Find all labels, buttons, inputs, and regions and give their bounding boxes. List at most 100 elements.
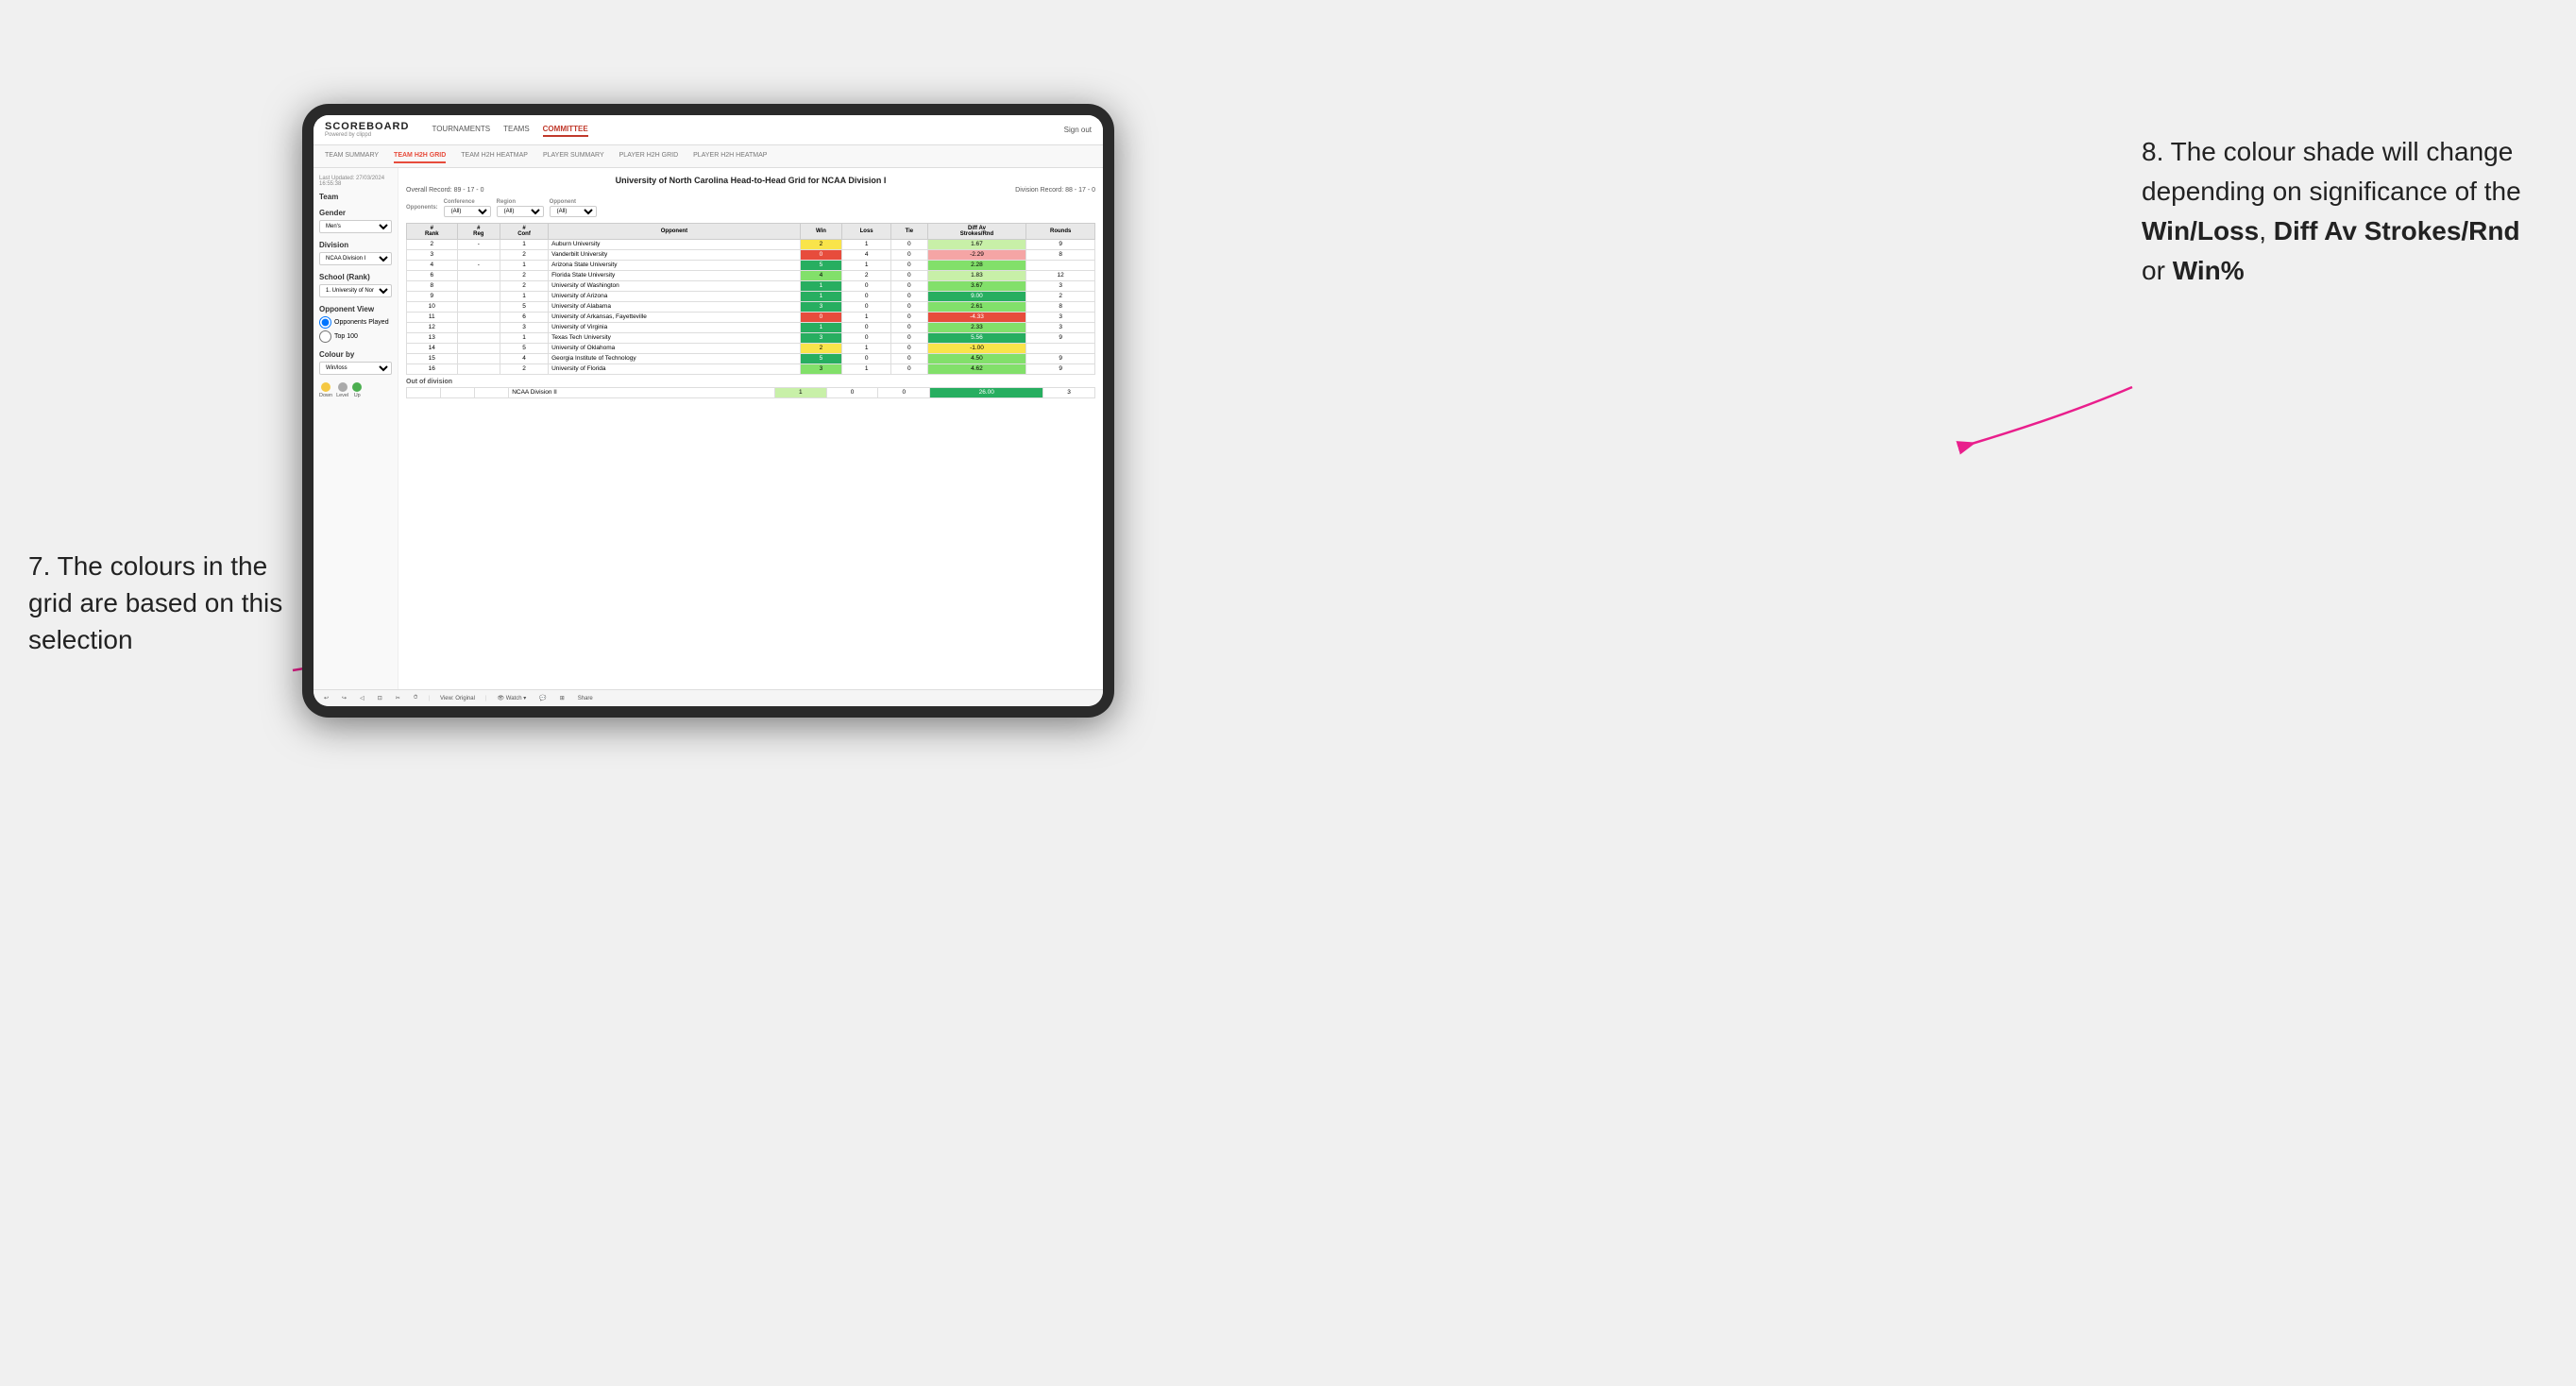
filter-row: Opponents: Conference (All) Region (All) (406, 199, 1095, 217)
tab-player-h2h-heatmap[interactable]: PLAYER H2H HEATMAP (693, 149, 767, 163)
school-section: School (Rank) 1. University of Nort... (319, 273, 392, 297)
cell-tie: 0 (891, 343, 927, 353)
top-nav: SCOREBOARD Powered by clippd TOURNAMENTS… (314, 115, 1103, 145)
timer-btn[interactable]: ⏱ (411, 694, 421, 702)
col-tie: Tie (891, 223, 927, 239)
ood-conf (475, 387, 509, 397)
cell-diff: 3.67 (927, 280, 1026, 291)
crop-btn[interactable]: ⊡ (375, 694, 385, 702)
cell-conf: 4 (500, 353, 548, 363)
cell-opponent: Georgia Institute of Technology (549, 353, 801, 363)
cell-diff: 5.56 (927, 332, 1026, 343)
cell-diff: 2.28 (927, 260, 1026, 270)
cell-loss: 0 (842, 280, 891, 291)
cell-win: 2 (800, 343, 841, 353)
school-select[interactable]: 1. University of Nort... (319, 284, 392, 297)
toolbar: ↩ ↪ ◁ ⊡ ✂ ⏱ | View: Original | 👁 Watch ▾… (314, 689, 1103, 706)
cell-loss: 0 (842, 322, 891, 332)
division-select[interactable]: NCAA Division I (319, 252, 392, 265)
col-reg: #Reg (457, 223, 500, 239)
cell-rank: 11 (407, 312, 458, 322)
legend-down-circle (321, 382, 330, 392)
conference-filter: Conference (All) (444, 199, 491, 217)
cell-win: 5 (800, 353, 841, 363)
cell-win: 1 (800, 322, 841, 332)
grid-content: University of North Carolina Head-to-Hea… (398, 168, 1103, 689)
opponent-select[interactable]: (All) (550, 206, 597, 217)
cell-rounds: 9 (1026, 363, 1095, 374)
tablet-screen: SCOREBOARD Powered by clippd TOURNAMENTS… (314, 115, 1103, 706)
h2h-table: #Rank #Reg #Conf Opponent Win Loss Tie D… (406, 223, 1095, 375)
cell-tie: 0 (891, 270, 927, 280)
overall-record: Overall Record: 89 - 17 - 0 (406, 187, 483, 194)
nav-teams[interactable]: TEAMS (503, 123, 530, 137)
cell-tie: 0 (891, 332, 927, 343)
tab-team-h2h-heatmap[interactable]: TEAM H2H HEATMAP (461, 149, 528, 163)
cell-rounds: 12 (1026, 270, 1095, 280)
region-filter: Region (All) (497, 199, 544, 217)
cell-rounds: 9 (1026, 332, 1095, 343)
tab-player-h2h-grid[interactable]: PLAYER H2H GRID (619, 149, 679, 163)
cell-loss: 0 (842, 291, 891, 301)
ood-rounds: 3 (1043, 387, 1095, 397)
cell-opponent: University of Oklahoma (549, 343, 801, 353)
cell-opponent: Arizona State University (549, 260, 801, 270)
cell-rounds: 8 (1026, 249, 1095, 260)
cell-diff: 2.61 (927, 301, 1026, 312)
cell-diff: 1.83 (927, 270, 1026, 280)
legend-down-label: Down (319, 393, 332, 398)
view-original-btn[interactable]: View: Original (437, 695, 478, 702)
table-row: 14 5 University of Oklahoma 2 1 0 -1.00 (407, 343, 1095, 353)
cell-loss: 1 (842, 239, 891, 249)
table-row: 13 1 Texas Tech University 3 0 0 5.56 9 (407, 332, 1095, 343)
undo-btn[interactable]: ↩ (321, 694, 331, 702)
school-label: School (Rank) (319, 273, 392, 281)
cell-conf: 1 (500, 332, 548, 343)
nav-committee[interactable]: COMMITTEE (543, 123, 588, 137)
sub-nav: TEAM SUMMARY TEAM H2H GRID TEAM H2H HEAT… (314, 145, 1103, 168)
grid-title: University of North Carolina Head-to-Hea… (406, 176, 1095, 185)
tab-team-summary[interactable]: TEAM SUMMARY (325, 149, 379, 163)
table-row: 16 2 University of Florida 3 1 0 4.62 9 (407, 363, 1095, 374)
back-btn[interactable]: ◁ (357, 694, 367, 702)
cell-opponent: University of Arkansas, Fayetteville (549, 312, 801, 322)
colour-by-select[interactable]: Win/loss (319, 362, 392, 375)
tab-team-h2h-grid[interactable]: TEAM H2H GRID (394, 149, 446, 163)
ood-loss: 0 (826, 387, 878, 397)
comment-btn[interactable]: 💬 (536, 694, 549, 702)
cell-rank: 12 (407, 322, 458, 332)
radio-top100[interactable]: Top 100 (319, 330, 392, 343)
cell-win: 3 (800, 363, 841, 374)
opponents-filter-label: Opponents: (406, 205, 438, 211)
arrow-right (1953, 368, 2142, 463)
cell-opponent: University of Alabama (549, 301, 801, 312)
conference-select[interactable]: (All) (444, 206, 491, 217)
cell-reg (457, 291, 500, 301)
watch-btn[interactable]: 👁 Watch ▾ (494, 694, 529, 702)
grid-btn[interactable]: ⊞ (557, 694, 568, 702)
cut-btn[interactable]: ✂ (393, 694, 403, 702)
annotation-left: 7. The colours in the grid are based on … (28, 548, 293, 659)
annotation-winpct: Win% (2173, 256, 2245, 285)
share-btn[interactable]: Share (575, 695, 596, 702)
cell-rounds: 8 (1026, 301, 1095, 312)
cell-tie: 0 (891, 280, 927, 291)
cell-rank: 14 (407, 343, 458, 353)
radio-opponents-played[interactable]: Opponents Played (319, 316, 392, 329)
cell-reg (457, 249, 500, 260)
table-row: 12 3 University of Virginia 1 0 0 2.33 3 (407, 322, 1095, 332)
opponent-view-radio: Opponents Played Top 100 (319, 316, 392, 343)
cell-reg: - (457, 239, 500, 249)
cell-win: 5 (800, 260, 841, 270)
cell-win: 3 (800, 301, 841, 312)
nav-tournaments[interactable]: TOURNAMENTS (432, 123, 490, 137)
region-label: Region (497, 199, 544, 205)
gender-select[interactable]: Men's (319, 220, 392, 233)
tab-player-summary[interactable]: PLAYER SUMMARY (543, 149, 604, 163)
cell-rounds: 2 (1026, 291, 1095, 301)
sign-out[interactable]: Sign out (1064, 126, 1092, 134)
region-select[interactable]: (All) (497, 206, 544, 217)
cell-conf: 6 (500, 312, 548, 322)
redo-btn[interactable]: ↪ (339, 694, 349, 702)
cell-loss: 1 (842, 260, 891, 270)
